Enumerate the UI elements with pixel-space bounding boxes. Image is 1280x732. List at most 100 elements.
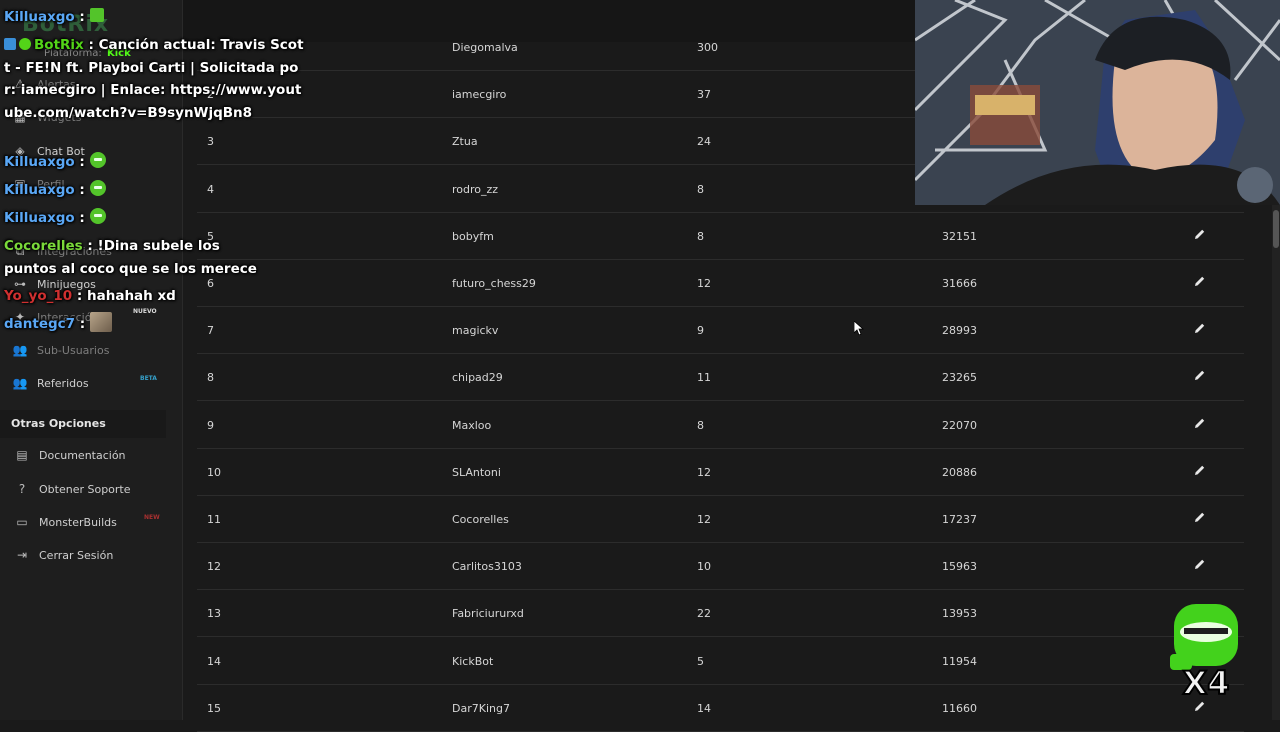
chat-separator: : xyxy=(74,154,90,170)
table-row: 11 Cocorelles 12 17237 xyxy=(197,496,1244,543)
level-cell: 22 xyxy=(697,607,711,621)
webcam-overlay xyxy=(915,0,1280,205)
username-cell: Fabriciururxd xyxy=(452,607,524,621)
rank-cell: 3 xyxy=(207,135,214,149)
chat-separator: : xyxy=(74,9,90,25)
monitor-icon: ▭ xyxy=(16,515,28,529)
points-cell: 28993 xyxy=(942,324,977,338)
sidebar-item-subusuarios[interactable]: 👥 Sub-Usuarios xyxy=(12,338,172,362)
chat-message: Killuaxgo : xyxy=(4,151,304,174)
level-cell: 8 xyxy=(697,418,704,432)
level-cell: 12 xyxy=(697,277,711,290)
level-cell: 300 xyxy=(697,41,718,54)
edit-pencil-icon[interactable] xyxy=(1194,464,1208,478)
chat-username: Killuaxgo xyxy=(4,182,75,198)
points-cell: 22070 xyxy=(942,418,977,432)
chat-message: Yo_yo_10 : hahahah xd xyxy=(4,285,304,308)
edit-pencil-icon[interactable] xyxy=(1194,322,1208,336)
level-cell: 12 xyxy=(697,513,711,526)
edit-pencil-icon[interactable] xyxy=(1194,700,1208,714)
scrollbar-thumb[interactable] xyxy=(1273,210,1279,248)
chat-separator: : xyxy=(83,37,99,53)
sidebar-item-documentacion[interactable]: ▤ Documentación xyxy=(14,443,174,467)
sidebar-item-label: Referidos xyxy=(37,376,89,390)
scrollbar-track[interactable] xyxy=(1272,205,1280,720)
points-cell: 17237 xyxy=(942,513,977,526)
level-cell: 24 xyxy=(697,135,711,149)
chat-separator: : xyxy=(75,316,90,332)
username-cell: chipad29 xyxy=(452,371,503,385)
sidebar-item-cerrar-sesion[interactable]: ⇥ Cerrar Sesión xyxy=(14,543,174,567)
chat-message: Killuaxgo : xyxy=(4,6,304,29)
level-cell: 9 xyxy=(697,324,704,338)
sidebar-item-label: MonsterBuilds xyxy=(39,515,117,529)
emote-icon xyxy=(89,208,106,224)
chat-separator: : xyxy=(72,288,87,304)
username-cell: Ztua xyxy=(452,135,478,149)
help-icon: ? xyxy=(18,482,26,496)
sidebar-item-soporte[interactable]: ? Obtener Soporte xyxy=(14,477,174,501)
username-cell: magickv xyxy=(452,324,499,338)
table-row: 10 SLAntoni 12 20886 xyxy=(197,449,1244,496)
chat-username: Killuaxgo xyxy=(4,9,75,25)
book-icon: ▤ xyxy=(16,448,28,462)
level-cell: 5 xyxy=(697,654,704,668)
multiplier-text: X4 xyxy=(1183,664,1230,700)
users-icon: 👥 xyxy=(12,343,28,357)
edit-pencil-icon[interactable] xyxy=(1194,511,1208,525)
emote-icon xyxy=(89,152,106,168)
rank-cell: 12 xyxy=(207,560,221,574)
referral-icon: 👥 xyxy=(12,376,28,390)
table-row: 12 Carlitos3103 10 15963 xyxy=(197,543,1244,591)
level-cell: 10 xyxy=(697,560,711,574)
level-cell: 37 xyxy=(697,88,711,102)
verified-badge-icon xyxy=(4,38,16,50)
edit-pencil-icon[interactable] xyxy=(1194,558,1208,572)
edit-pencil-icon[interactable] xyxy=(1194,369,1208,383)
level-cell: 12 xyxy=(697,465,711,479)
username-cell: iamecgiro xyxy=(452,88,507,102)
multiplier-overlay: X4 xyxy=(1170,602,1242,703)
chat-username: Cocorelles xyxy=(4,238,83,254)
table-row: 7 magickv 9 28993 xyxy=(197,307,1244,355)
table-row: 15 Dar7King7 14 11660 xyxy=(197,685,1244,732)
sidebar-item-label: Obtener Soporte xyxy=(39,482,131,496)
username-cell: Carlitos3103 xyxy=(452,560,522,574)
new-badge-red: NEW xyxy=(144,514,160,521)
level-cell: 11 xyxy=(697,371,711,385)
username-cell: Cocorelles xyxy=(452,513,509,526)
chat-username: Killuaxgo xyxy=(4,210,75,226)
chat-separator: : xyxy=(74,182,90,198)
table-row: 9 Maxloo 8 22070 xyxy=(197,402,1244,449)
rank-cell: 14 xyxy=(207,654,221,668)
username-cell: SLAntoni xyxy=(452,465,501,479)
username-cell: Diegomalva xyxy=(452,41,518,54)
table-row: 6 futuro_chess29 12 31666 xyxy=(197,260,1244,307)
frog-emote-icon: X4 xyxy=(1170,604,1238,703)
table-row: 14 KickBot 5 11954 xyxy=(197,638,1244,685)
rank-cell: 11 xyxy=(207,513,221,526)
logout-icon: ⇥ xyxy=(16,548,28,562)
chat-message: Cocorelles : !Dina subele los puntos al … xyxy=(4,235,274,280)
points-cell: 23265 xyxy=(942,371,977,385)
edit-pencil-icon[interactable] xyxy=(1194,228,1208,242)
rank-cell: 8 xyxy=(207,371,214,385)
username-cell: Maxloo xyxy=(452,418,492,432)
sidebar-item-label: Cerrar Sesión xyxy=(39,548,114,562)
level-cell: 8 xyxy=(697,182,704,196)
chat-message: BotRix : Canción actual: Travis Scott - … xyxy=(4,34,304,124)
rank-cell: 10 xyxy=(207,465,221,479)
image-emote-icon xyxy=(89,312,112,332)
chat-separator: : xyxy=(82,238,98,254)
bot-badge-icon xyxy=(19,38,31,50)
username-cell: futuro_chess29 xyxy=(452,277,536,290)
edit-pencil-icon[interactable] xyxy=(1194,417,1208,431)
webcam-image xyxy=(915,0,1280,205)
sidebar-item-label: Sub-Usuarios xyxy=(37,343,110,357)
points-cell: 11954 xyxy=(942,654,977,668)
chat-separator: : xyxy=(74,210,90,226)
edit-pencil-icon[interactable] xyxy=(1194,275,1208,289)
points-cell: 32151 xyxy=(942,229,977,243)
chat-username: BotRix xyxy=(34,37,84,53)
chat-message: Killuaxgo : xyxy=(4,207,304,230)
